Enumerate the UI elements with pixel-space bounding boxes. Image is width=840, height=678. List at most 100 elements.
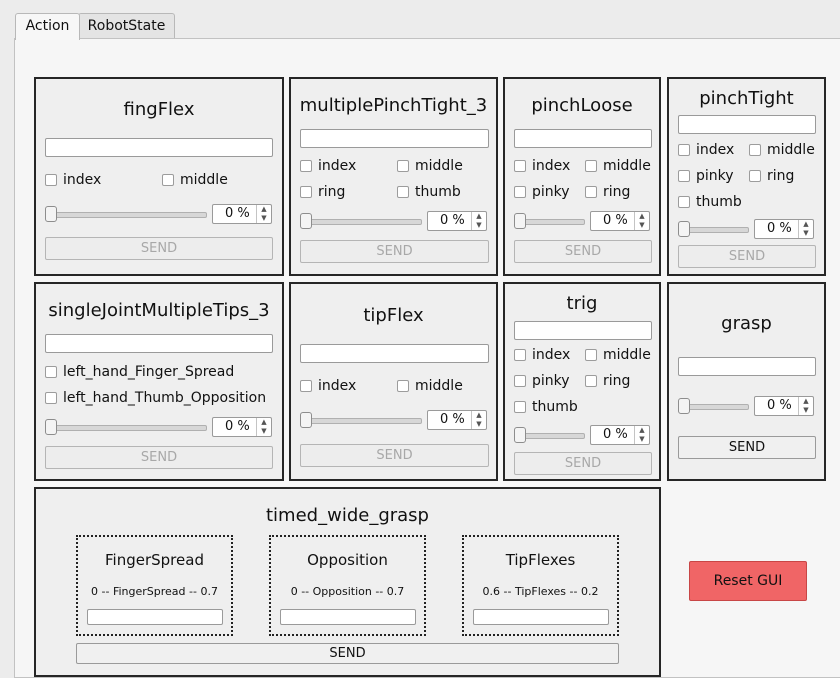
tab-robotstate[interactable]: RobotState xyxy=(78,13,175,38)
checkbox-box[interactable] xyxy=(678,196,690,208)
percent-spinbox[interactable]: 0 % ▲ ▼ xyxy=(590,425,650,445)
send-button[interactable]: SEND xyxy=(45,446,273,469)
slider-handle[interactable] xyxy=(300,213,312,229)
checkbox-box[interactable] xyxy=(300,160,312,172)
checkbox-box[interactable] xyxy=(514,186,526,198)
checkbox-box[interactable] xyxy=(514,160,526,172)
up-down-arrows-icon[interactable]: ▲ ▼ xyxy=(471,411,486,429)
checkbox-box[interactable] xyxy=(397,380,409,392)
checkbox-finger-spread[interactable]: left_hand_Finger_Spread xyxy=(45,364,234,380)
up-down-arrows-icon[interactable]: ▲ ▼ xyxy=(798,397,813,415)
checkbox-box[interactable] xyxy=(45,366,57,378)
checkbox-thumb[interactable]: thumb xyxy=(514,399,578,415)
text-input[interactable] xyxy=(678,357,816,376)
checkbox-middle[interactable]: middle xyxy=(585,158,651,174)
up-down-arrows-icon[interactable]: ▲ ▼ xyxy=(471,212,486,230)
text-input[interactable] xyxy=(678,115,816,134)
percent-slider[interactable] xyxy=(678,221,749,237)
checkbox-ring[interactable]: ring xyxy=(585,184,630,200)
percent-slider[interactable] xyxy=(678,398,749,414)
checkbox-box[interactable] xyxy=(585,349,597,361)
checkbox-box[interactable] xyxy=(514,349,526,361)
send-button[interactable]: SEND xyxy=(678,436,816,459)
checkbox-box[interactable] xyxy=(397,186,409,198)
slider-handle[interactable] xyxy=(678,398,690,414)
checkbox-index[interactable]: index xyxy=(300,158,356,174)
percent-spinbox[interactable]: 0 % ▲ ▼ xyxy=(754,219,814,239)
percent-slider[interactable] xyxy=(45,206,207,222)
send-button[interactable]: SEND xyxy=(678,245,816,268)
send-button[interactable]: SEND xyxy=(300,444,489,467)
checkbox-box[interactable] xyxy=(514,375,526,387)
percent-slider[interactable] xyxy=(300,412,422,428)
send-button[interactable]: SEND xyxy=(514,452,652,475)
text-input[interactable] xyxy=(87,609,223,625)
slider-handle[interactable] xyxy=(45,419,57,435)
checkbox-box[interactable] xyxy=(397,160,409,172)
percent-spinbox[interactable]: 0 % ▲ ▼ xyxy=(590,211,650,231)
text-input[interactable] xyxy=(45,138,273,157)
percent-spinbox[interactable]: 0 % ▲ ▼ xyxy=(427,410,487,430)
checkbox-thumb[interactable]: thumb xyxy=(397,184,461,200)
checkbox-thumb[interactable]: thumb xyxy=(678,194,742,210)
checkbox-thumb-opposition[interactable]: left_hand_Thumb_Opposition xyxy=(45,390,266,406)
checkbox-box[interactable] xyxy=(45,392,57,404)
percent-slider[interactable] xyxy=(514,427,585,443)
tab-action[interactable]: Action xyxy=(15,13,80,40)
checkbox-index[interactable]: index xyxy=(678,142,734,158)
text-input[interactable] xyxy=(300,344,489,363)
percent-spinbox[interactable]: 0 % ▲ ▼ xyxy=(212,204,272,224)
slider-handle[interactable] xyxy=(514,427,526,443)
checkbox-box[interactable] xyxy=(514,401,526,413)
checkbox-middle[interactable]: middle xyxy=(397,378,463,394)
text-input[interactable] xyxy=(514,129,652,148)
checkbox-pinky[interactable]: pinky xyxy=(514,184,570,200)
checkbox-box[interactable] xyxy=(300,380,312,392)
checkbox-index[interactable]: index xyxy=(514,158,570,174)
text-input[interactable] xyxy=(45,334,273,353)
checkbox-box[interactable] xyxy=(585,186,597,198)
checkbox-box[interactable] xyxy=(45,174,57,186)
checkbox-box[interactable] xyxy=(585,160,597,172)
send-button[interactable]: SEND xyxy=(45,237,273,260)
checkbox-ring[interactable]: ring xyxy=(300,184,345,200)
percent-spinbox[interactable]: 0 % ▲ ▼ xyxy=(212,417,272,437)
send-button[interactable]: SEND xyxy=(300,240,489,263)
checkbox-pinky[interactable]: pinky xyxy=(514,373,570,389)
text-input[interactable] xyxy=(473,609,609,625)
checkbox-middle[interactable]: middle xyxy=(585,347,651,363)
slider-handle[interactable] xyxy=(514,213,526,229)
checkbox-pinky[interactable]: pinky xyxy=(678,168,734,184)
up-down-arrows-icon[interactable]: ▲ ▼ xyxy=(256,205,271,223)
checkbox-box[interactable] xyxy=(749,144,761,156)
text-input[interactable] xyxy=(280,609,416,625)
checkbox-ring[interactable]: ring xyxy=(749,168,794,184)
percent-spinbox[interactable]: 0 % ▲ ▼ xyxy=(427,211,487,231)
checkbox-box[interactable] xyxy=(678,170,690,182)
up-down-arrows-icon[interactable]: ▲ ▼ xyxy=(634,426,649,444)
percent-slider[interactable] xyxy=(45,419,207,435)
checkbox-box[interactable] xyxy=(678,144,690,156)
percent-slider[interactable] xyxy=(514,213,585,229)
checkbox-box[interactable] xyxy=(300,186,312,198)
send-button[interactable]: SEND xyxy=(76,643,619,664)
checkbox-box[interactable] xyxy=(749,170,761,182)
text-input[interactable] xyxy=(514,321,652,340)
checkbox-index[interactable]: index xyxy=(300,378,356,394)
up-down-arrows-icon[interactable]: ▲ ▼ xyxy=(256,418,271,436)
slider-handle[interactable] xyxy=(300,412,312,428)
reset-gui-button[interactable]: Reset GUI xyxy=(689,561,807,601)
slider-handle[interactable] xyxy=(678,221,690,237)
checkbox-middle[interactable]: middle xyxy=(749,142,815,158)
send-button[interactable]: SEND xyxy=(514,240,652,263)
up-down-arrows-icon[interactable]: ▲ ▼ xyxy=(634,212,649,230)
percent-slider[interactable] xyxy=(300,213,422,229)
text-input[interactable] xyxy=(300,129,489,148)
checkbox-box[interactable] xyxy=(162,174,174,186)
checkbox-index[interactable]: index xyxy=(45,172,101,188)
checkbox-box[interactable] xyxy=(585,375,597,387)
slider-handle[interactable] xyxy=(45,206,57,222)
checkbox-middle[interactable]: middle xyxy=(397,158,463,174)
checkbox-ring[interactable]: ring xyxy=(585,373,630,389)
checkbox-middle[interactable]: middle xyxy=(162,172,228,188)
